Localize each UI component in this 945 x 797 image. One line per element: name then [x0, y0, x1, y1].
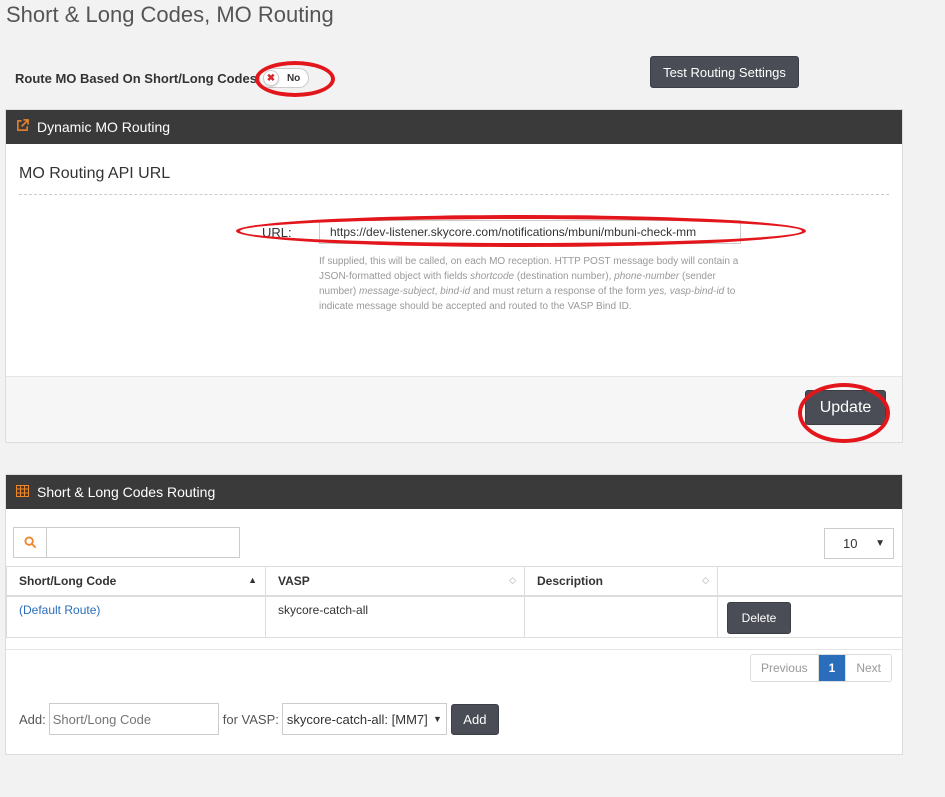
url-row: URL: [247, 220, 741, 244]
codes-table: Short/Long Code ▲ VASP ◇ Description ◇ (Def… [6, 566, 903, 638]
divider [19, 194, 889, 195]
page-size-select[interactable]: 10 ▼ [824, 528, 894, 559]
column-header-vasp[interactable]: VASP ◇ [265, 566, 525, 597]
delete-button[interactable]: Delete [727, 601, 791, 634]
column-header-code[interactable]: Short/Long Code ▲ [6, 566, 266, 597]
add-button[interactable]: Add [450, 703, 499, 735]
add-row: Add: for VASP: skycore-catch-all: [MM7] … [19, 703, 499, 735]
toggle-state: No [286, 72, 301, 84]
pager-page-1[interactable]: 1 [817, 655, 847, 681]
pager-previous[interactable]: Previous [750, 655, 818, 681]
route-mo-toggle[interactable]: ✖ No [258, 68, 309, 88]
codes-routing-panel: Short & Long Codes Routing 10 ▼ Short/Lo… [5, 474, 903, 755]
panel-title: Short & Long Codes Routing [37, 484, 216, 500]
page-title: Short & Long Codes, MO Routing [6, 2, 334, 27]
pager-next[interactable]: Next [846, 655, 891, 681]
sort-icon: ◇ [702, 575, 709, 585]
panel-footer: Update [6, 376, 902, 442]
vasp-select[interactable]: skycore-catch-all: [MM7] ▼ [281, 703, 447, 735]
default-route-link[interactable]: (Default Route) [19, 603, 100, 617]
x-icon: ✖ [262, 70, 279, 86]
vasp-select-value: skycore-catch-all: [MM7] [286, 711, 428, 727]
route-mo-toggle-row: Route MO Based On Short/Long Codes ✖ No [15, 66, 309, 90]
update-button[interactable]: Update [805, 390, 886, 425]
vasp-cell: skycore-catch-all [265, 595, 525, 638]
column-header-actions [717, 566, 903, 597]
table-row: (Default Route) skycore-catch-all Delete [6, 595, 903, 638]
test-routing-settings-button[interactable]: Test Routing Settings [650, 56, 799, 88]
mo-routing-api-url-title: MO Routing API URL [19, 165, 171, 182]
dynamic-mo-routing-panel: Dynamic MO Routing MO Routing API URL UR… [5, 109, 903, 443]
sort-asc-icon: ▲ [248, 575, 257, 585]
route-mo-label: Route MO Based On Short/Long Codes [15, 70, 257, 86]
add-label: Add: [19, 711, 46, 727]
codes-routing-header: Short & Long Codes Routing [6, 475, 902, 509]
sort-icon: ◇ [509, 575, 516, 585]
divider [6, 649, 902, 650]
caret-down-icon: ▼ [432, 714, 442, 724]
url-label: URL: [262, 224, 292, 240]
search-input[interactable] [46, 527, 240, 558]
url-help-text: If supplied, this will be called, on eac… [319, 256, 739, 312]
dynamic-mo-routing-header: Dynamic MO Routing [6, 110, 902, 144]
short-long-code-input[interactable] [48, 703, 219, 735]
url-input[interactable] [319, 220, 741, 244]
pagination: Previous 1 Next [749, 654, 892, 682]
external-link-icon [16, 119, 29, 135]
table-icon [16, 484, 29, 500]
caret-down-icon: ▼ [875, 538, 885, 549]
page-size-value: 10 [843, 536, 858, 551]
search-box [13, 527, 240, 558]
for-vasp-label: for VASP: [222, 711, 279, 727]
column-header-description[interactable]: Description ◇ [524, 566, 718, 597]
search-icon [13, 527, 46, 558]
panel-title: Dynamic MO Routing [37, 119, 171, 135]
description-cell [524, 595, 718, 638]
